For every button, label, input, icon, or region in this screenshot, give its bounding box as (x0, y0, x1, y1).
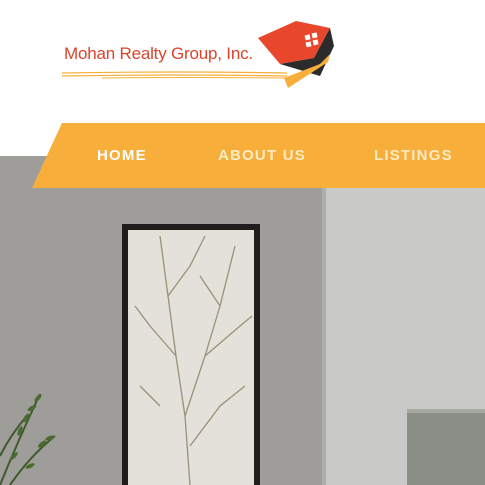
main-nav: HOME ABOUT US LISTINGS (32, 123, 485, 188)
brand-name: Mohan Realty Group, Inc. (64, 44, 253, 63)
site-header: Mohan Realty Group, Inc. (0, 0, 485, 122)
interior-photo (0, 156, 485, 485)
house-icon (258, 21, 334, 88)
nav-item-about-us[interactable]: ABOUT US (218, 147, 306, 164)
nav-item-home[interactable]: HOME (97, 147, 147, 164)
nav-item-listings[interactable]: LISTINGS (374, 147, 453, 164)
brand-logo[interactable]: Mohan Realty Group, Inc. (62, 18, 342, 92)
hero-image (0, 156, 485, 485)
